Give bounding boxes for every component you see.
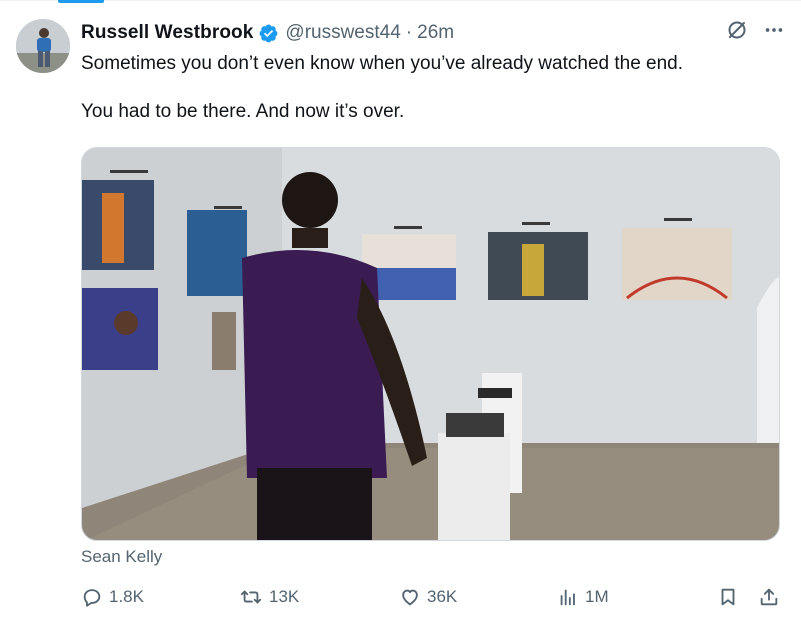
- bookmark-icon: [717, 586, 739, 608]
- tweet-header: Russell Westbrook @russwest44 · 26m: [81, 20, 785, 46]
- reply-icon: [81, 586, 103, 608]
- media-image: [82, 148, 779, 540]
- repost-icon: [239, 586, 263, 608]
- views-count: 1M: [585, 587, 609, 606]
- like-count: 36K: [427, 587, 458, 606]
- tweet-text: Sometimes you don’t even know when you’v…: [81, 53, 684, 122]
- avatar[interactable]: [16, 19, 70, 73]
- like-icon: [399, 586, 421, 608]
- action-bar: 1.8K 13K 36K 1M: [81, 586, 781, 614]
- tab-indicator: [58, 0, 104, 3]
- tweet-media[interactable]: [81, 147, 780, 541]
- more-icon[interactable]: [763, 19, 785, 41]
- like-button[interactable]: 36K: [399, 586, 457, 608]
- timestamp[interactable]: 26m: [417, 22, 454, 44]
- repost-count: 13K: [269, 587, 300, 606]
- author-name[interactable]: Russell Westbrook: [81, 22, 253, 44]
- views-icon: [557, 586, 579, 608]
- bookmark-button[interactable]: [717, 586, 739, 608]
- media-credit[interactable]: Sean Kelly: [81, 547, 162, 567]
- reply-button[interactable]: 1.8K: [81, 586, 144, 608]
- top-border: [0, 0, 801, 1]
- separator-dot: ·: [405, 22, 413, 43]
- author-handle[interactable]: @russwest44: [285, 22, 400, 44]
- grok-icon[interactable]: [725, 18, 749, 42]
- avatar-image: [16, 19, 70, 73]
- reply-count: 1.8K: [109, 587, 144, 606]
- views-button[interactable]: 1M: [557, 586, 609, 608]
- verified-badge-icon: [258, 23, 279, 44]
- repost-button[interactable]: 13K: [239, 586, 299, 608]
- share-button[interactable]: [758, 586, 780, 608]
- share-icon: [758, 586, 780, 608]
- header-actions: [725, 18, 785, 42]
